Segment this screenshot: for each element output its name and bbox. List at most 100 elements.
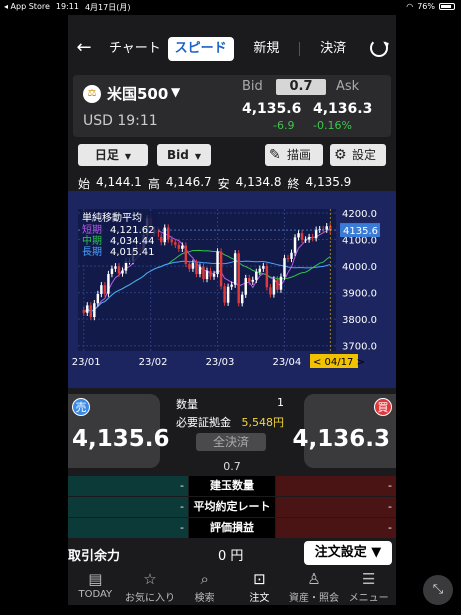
sell-position-cell: - [68,476,188,496]
x-tick-label: 23/03 [206,357,235,368]
candle [276,279,279,290]
tab-today-label: TODAY [78,589,113,600]
chart-toolbar: 日足 ▼ Bid ▼ ✎ 描画 ⚙ 設定 [68,144,396,170]
buy-position-cell: - [276,497,396,517]
gear-icon: ⚙ [334,147,347,163]
buy-position-cell: - [276,518,396,538]
draw-button[interactable]: ✎ 描画 [265,144,323,166]
candle [279,276,283,290]
quantity-label: 数量 [176,398,198,411]
buy-price: 4,136.3 [292,426,391,452]
candle [286,258,290,260]
tab-menu[interactable]: ☰ メニュー [341,567,396,605]
candle [307,237,311,240]
price-type-select[interactable]: Bid ▼ [157,144,211,166]
status-time: 19:11 [55,2,79,11]
candle [184,245,188,264]
symbol-dropdown-icon[interactable]: ▼ [171,85,180,99]
price-chart[interactable]: 4200.0 4100.0 4000.0 3900.0 3800.0 3700.0 23/0… [68,191,396,388]
tab-order[interactable]: ⊡ 注文 [232,567,287,605]
high-value: 4,146.7 [165,175,212,189]
current-date-label: < 04/17 > [313,357,365,368]
table-row: - 建玉数量 - [68,476,396,496]
bid-label: Bid [242,79,263,94]
collapse-icon[interactable]: ⤡ [423,575,453,605]
price-change-percent: -0.16% [313,119,352,132]
tab-favorites[interactable]: ☆ お気に入り [123,567,178,605]
candle [255,271,258,280]
period-select[interactable]: 日足 ▼ [78,144,148,166]
x-tick-label: 23/04 [272,357,301,368]
star-icon: ☆ [143,570,157,588]
candle [244,278,247,295]
buy-badge: 買 [374,398,392,416]
legend-series-value: 4,015.41 [110,247,155,258]
currency-time: USD 19:11 [83,113,158,129]
y-tick-label: 3900.0 [342,289,377,300]
tab-assets[interactable]: ♙ 資産・照会 [287,567,342,605]
candle [205,270,209,280]
legend-series-name: 長期 [82,246,102,258]
tab-speed[interactable]: スピード [167,37,234,61]
position-row-label: 評価損益 [189,518,275,538]
buy-button[interactable]: 買 4,136.3 [293,394,396,468]
candle [265,266,269,288]
back-to-app-store[interactable]: ◂ App Store [4,2,50,13]
candle [212,274,216,277]
buy-position-cell: - [276,476,396,496]
candle [209,270,212,277]
settings-button[interactable]: ⚙ 設定 [330,144,386,166]
candle [240,294,244,304]
candle [163,227,166,243]
available-funds-label: 取引余力 [68,549,121,564]
candle [262,266,265,269]
candle [290,252,293,259]
battery-percent: 76% [417,2,435,11]
back-arrow-icon[interactable]: ← [74,37,94,59]
y-tick-label: 3700.0 [342,342,377,353]
candle [233,253,237,285]
candle [251,279,255,282]
order-settings-button[interactable]: 注文設定 ▼ [304,541,392,565]
position-table: - 建玉数量 - - 平均約定レート - - 評価損益 - [68,476,396,538]
mode-segmented-control: チャート スピード 新規 決済 [102,37,366,61]
tab-favorites-label: お気に入り [125,593,175,604]
document-icon: ▤ [88,570,103,588]
candle [198,266,202,275]
tab-menu-label: メニュー [348,593,389,604]
open-value: 4,144.1 [96,175,142,189]
candle [82,310,85,313]
symbol-name[interactable]: 米国500 [107,83,168,104]
period-select-label: 日足 [94,148,119,162]
candle [121,270,124,274]
settings-button-label: 設定 [352,148,377,162]
close-label: 終 [287,177,300,191]
position-row-label: 平均約定レート [189,497,275,517]
order-summary: 数量 1 必要証拠金 5,548円 全決済 0.7 [164,394,300,474]
candle [283,258,286,277]
search-icon: ⌕ [200,570,209,588]
tab-today[interactable]: ▤ TODAY [68,567,123,605]
candle [293,237,297,253]
chart-svg[interactable]: 4200.0 4100.0 4000.0 3900.0 3800.0 3700.0 23/0… [68,191,396,388]
refresh-icon[interactable] [370,39,388,57]
margin-value: 5,548円 [241,416,285,429]
candle [237,253,240,304]
trading-app: ← チャート スピード 新規 決済 ⚖ 米国500 ▼ USD 19:11 Bi… [68,15,396,605]
sell-button[interactable]: 売 4,135.6 [68,394,170,468]
tab-new[interactable]: 新規 [234,37,300,61]
settle-all-button[interactable]: 全決済 [196,433,266,451]
quantity-value[interactable]: 1 [277,396,284,409]
candle [93,303,96,318]
tab-search[interactable]: ⌕ 検索 [177,567,232,605]
candle [167,227,170,240]
x-tick-label: 23/01 [72,357,101,368]
x-tick-label: 23/02 [139,357,168,368]
menu-icon: ☰ [361,570,376,588]
tab-settlement[interactable]: 決済 [300,37,366,61]
candle [195,262,198,275]
candle [110,268,114,275]
tab-chart[interactable]: チャート [102,37,168,61]
candle [191,262,195,269]
candle [103,285,107,294]
